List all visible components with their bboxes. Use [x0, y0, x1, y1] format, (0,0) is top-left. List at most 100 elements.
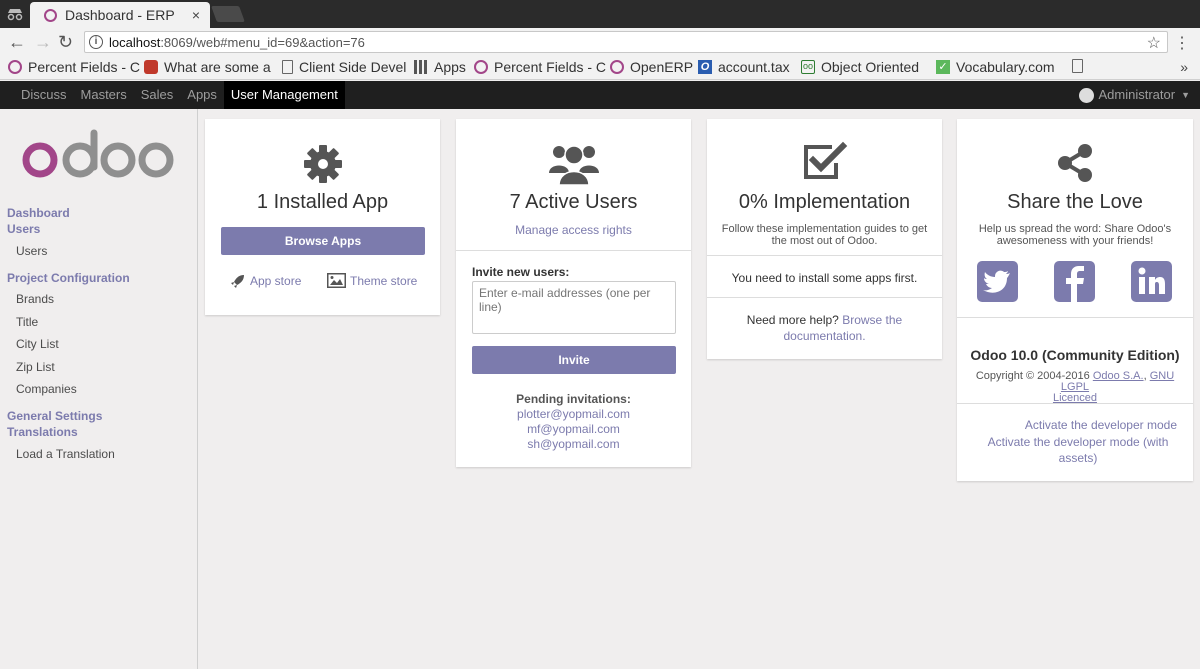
divider: [456, 250, 691, 251]
gear-icon: [304, 145, 342, 183]
avatar: [1078, 87, 1094, 103]
browser-menu-icon[interactable]: ⋮: [1174, 33, 1190, 53]
new-tab-button[interactable]: [211, 6, 245, 22]
activate-developer-mode-assets-link[interactable]: Activate the developer mode (with assets…: [983, 434, 1173, 466]
image-icon: [327, 273, 346, 288]
url-path: :8069/web#menu_id=69&action=76: [160, 34, 365, 50]
bookmark-item[interactable]: OpenERP: [610, 59, 693, 75]
bookmarks-bar: Percent Fields - C What are some a Clien…: [0, 56, 1200, 80]
need-help-text: Need more help? Browse the documentation…: [727, 312, 922, 344]
theme-store-link[interactable]: Theme store: [327, 273, 417, 288]
menu-sales[interactable]: Sales: [134, 81, 181, 109]
pending-invitation-email[interactable]: mf@yopmail.com: [456, 422, 691, 436]
odoo-sa-link[interactable]: Odoo S.A.: [1093, 370, 1144, 382]
odoo-logo[interactable]: [22, 127, 174, 183]
bookmark-item[interactable]: oo Object Oriented: [801, 59, 919, 75]
bookmark-label: Apps: [434, 59, 466, 75]
bookmarks-overflow-icon[interactable]: »: [1180, 59, 1188, 75]
menu-apps[interactable]: Apps: [180, 81, 224, 109]
bookmark-label: account.tax: [718, 59, 790, 75]
caret-down-icon: ▼: [1181, 90, 1190, 100]
bookmark-star-icon[interactable]: ☆: [1147, 33, 1161, 53]
menu-masters[interactable]: Masters: [74, 81, 134, 109]
bookmark-item[interactable]: Client Side Devel: [282, 59, 406, 75]
pending-invitation-email[interactable]: plotter@yopmail.com: [456, 407, 691, 421]
browse-apps-button[interactable]: Browse Apps: [221, 227, 425, 255]
sidebar-item-title[interactable]: Title: [16, 315, 38, 329]
browser-tab-active[interactable]: Dashboard - ERP ×: [30, 2, 210, 28]
sidebar-section-translations[interactable]: Translations: [7, 425, 78, 439]
tab-close-icon[interactable]: ×: [192, 7, 200, 23]
back-arrow-icon[interactable]: ←: [8, 32, 26, 53]
implementation-subtitle: Follow these implementation guides to ge…: [721, 223, 928, 247]
vocab-icon: ✓: [936, 60, 950, 74]
app-store-label: App store: [250, 274, 302, 288]
sidebar-item-zip-list[interactable]: Zip List: [16, 360, 55, 374]
reddit-icon: [144, 60, 158, 74]
installed-apps-title: 1 Installed App: [256, 191, 389, 213]
bookmark-item[interactable]: [1072, 59, 1089, 73]
bookmark-label: Object Oriented: [821, 59, 920, 75]
rocket-icon: [231, 275, 244, 288]
info-icon[interactable]: i: [89, 35, 103, 49]
sidebar-section-project-configuration[interactable]: Project Configuration: [7, 271, 130, 285]
twitter-icon[interactable]: [977, 261, 1018, 302]
implementation-card: 0% Implementation Follow these implement…: [707, 119, 942, 359]
sidebar-item-users[interactable]: Users: [16, 244, 47, 258]
bookmark-item[interactable]: ✓ Vocabulary.com: [936, 59, 1055, 75]
odoo-top-menu: Discuss Masters Sales Apps User Manageme…: [0, 81, 1200, 109]
pending-invitation-email[interactable]: sh@yopmail.com: [456, 437, 691, 451]
apps-card: 1 Installed App Browse Apps App store Th…: [205, 119, 440, 315]
divider: [957, 317, 1193, 318]
bookmark-item[interactable]: Oaccount.tax: [698, 59, 790, 75]
invite-button[interactable]: Invite: [472, 346, 676, 374]
users-card: 7 Active Users Manage access rights Invi…: [456, 119, 691, 467]
url-host: localhost: [109, 34, 161, 50]
share-subtitle: Help us spread the word: Share Odoo's aw…: [978, 223, 1172, 247]
app-store-link[interactable]: App store: [230, 273, 301, 289]
user-name: Administrator: [1098, 87, 1176, 102]
pending-invitations-label: Pending invitations:: [516, 392, 631, 406]
sidebar-item-load-translation[interactable]: Load a Translation: [16, 447, 115, 461]
activate-developer-mode-link[interactable]: Activate the developer mode: [1025, 418, 1177, 432]
forward-arrow-icon[interactable]: →: [34, 32, 52, 53]
facebook-icon[interactable]: [1054, 261, 1095, 302]
install-apps-notice: You need to install some apps first.: [731, 271, 918, 285]
user-menu[interactable]: Administrator ▼: [1078, 81, 1190, 109]
app-menu: Discuss Masters Sales Apps User Manageme…: [14, 81, 345, 109]
linkedin-icon[interactable]: [1131, 261, 1172, 302]
sidebar-section-users[interactable]: Users: [7, 222, 40, 236]
share-icon: [1058, 144, 1092, 182]
sidebar-item-city-list[interactable]: City List: [16, 337, 59, 351]
active-users-title: 7 Active Users: [509, 191, 638, 213]
address-bar[interactable]: i localhost:8069/web#menu_id=69&action=7…: [84, 31, 1168, 53]
oo-icon: oo: [801, 60, 815, 74]
odoo-icon: [8, 60, 22, 74]
bookmark-label: What are some a: [164, 59, 271, 75]
theme-store-label: Theme store: [350, 273, 418, 288]
incognito-icon: [7, 9, 23, 21]
need-help-label: Need more help?: [746, 313, 839, 327]
menu-discuss[interactable]: Discuss: [14, 81, 74, 109]
invite-email-input[interactable]: [472, 281, 676, 334]
checkbox-checked-icon: [804, 141, 848, 179]
sidebar-item-brands[interactable]: Brands: [16, 292, 54, 306]
bookmark-item[interactable]: What are some a: [144, 59, 271, 75]
browser-tab-strip: Dashboard - ERP ×: [0, 0, 1200, 28]
manage-access-rights-link[interactable]: Manage access rights: [456, 223, 691, 237]
sidebar-item-companies[interactable]: Companies: [16, 382, 77, 396]
sidebar-section-dashboard[interactable]: Dashboard: [7, 206, 70, 220]
bookmark-label: Client Side Devel: [299, 59, 407, 75]
bookmark-item[interactable]: Percent Fields - C: [474, 59, 606, 75]
bookmark-label: Vocabulary.com: [956, 59, 1055, 75]
apps-grid-icon: [414, 60, 428, 74]
reload-icon[interactable]: ↻: [58, 32, 73, 53]
sidebar-section-general-settings[interactable]: General Settings: [7, 409, 102, 423]
bookmark-item[interactable]: Percent Fields - C: [8, 59, 140, 75]
menu-user-management[interactable]: User Management: [223, 81, 345, 109]
bookmark-item[interactable]: Apps: [414, 59, 466, 75]
odoo-icon: [474, 60, 488, 74]
sidebar: Dashboard Users Users Project Configurat…: [0, 109, 198, 669]
dashboard-main: 1 Installed App Browse Apps App store Th…: [199, 109, 1200, 669]
odoo-icon: [610, 60, 624, 74]
